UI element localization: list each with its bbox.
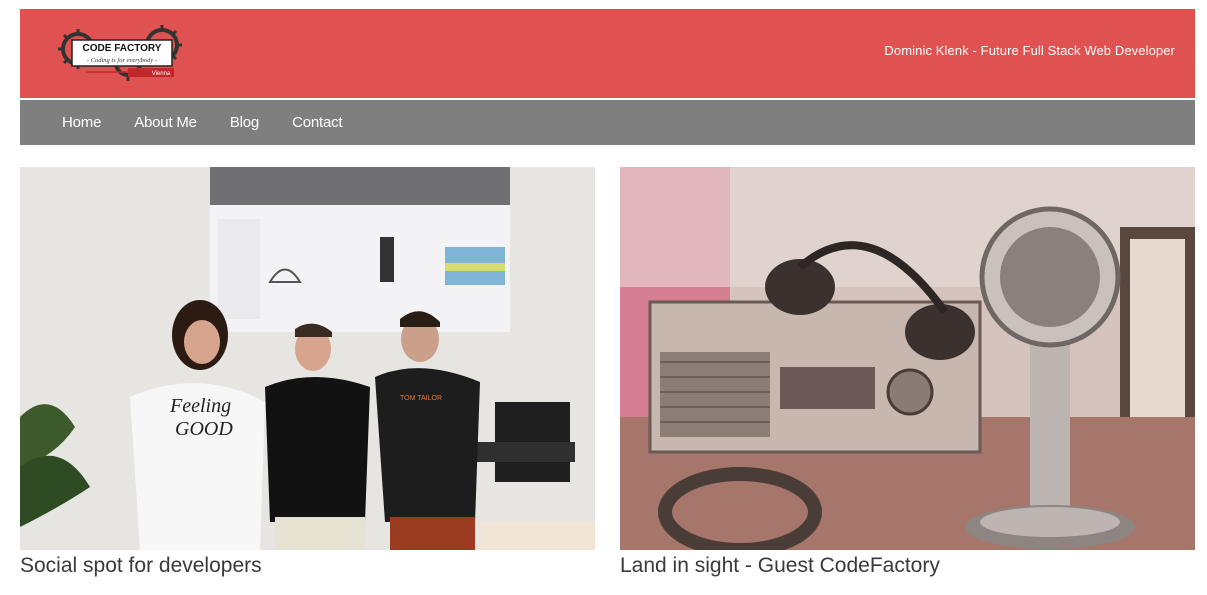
post-title[interactable]: Social spot for developers bbox=[20, 554, 595, 578]
main-nav: Home About Me Blog Contact bbox=[20, 100, 1195, 145]
logo-text-main: CODE FACTORY bbox=[83, 43, 162, 54]
svg-text:GOOD: GOOD bbox=[175, 418, 233, 440]
post-title[interactable]: Land in sight - Guest CodeFactory bbox=[620, 554, 1195, 578]
logo-text-sub: - Coding is for everybody - bbox=[87, 57, 157, 64]
svg-text:TOM TAILOR: TOM TAILOR bbox=[400, 395, 442, 402]
nav-item-about-me[interactable]: About Me bbox=[134, 114, 197, 131]
logo-graphic: CODE FACTORY - Coding is for everybody -… bbox=[58, 25, 182, 81]
nav-item-blog[interactable]: Blog bbox=[230, 114, 259, 131]
post-image-group-photo[interactable]: Feeling GOOD TOM TAILOR bbox=[20, 167, 595, 550]
nav-item-home[interactable]: Home bbox=[62, 114, 101, 131]
nav-item-contact[interactable]: Contact bbox=[292, 114, 342, 131]
site-header: CODE FACTORY - Coding is for everybody -… bbox=[20, 9, 1195, 98]
code-factory-logo[interactable]: CODE FACTORY - Coding is for everybody -… bbox=[58, 23, 186, 81]
post-card[interactable]: Feeling GOOD TOM TAILOR Social spot for … bbox=[20, 167, 595, 578]
post-card[interactable]: Land in sight - Guest CodeFactory bbox=[620, 167, 1195, 578]
svg-text:Feeling: Feeling bbox=[169, 395, 231, 417]
post-image-radio-microphone[interactable] bbox=[620, 167, 1195, 550]
site-tagline: Dominic Klenk - Future Full Stack Web De… bbox=[884, 43, 1175, 58]
logo-text-city: Vienna bbox=[152, 71, 171, 77]
